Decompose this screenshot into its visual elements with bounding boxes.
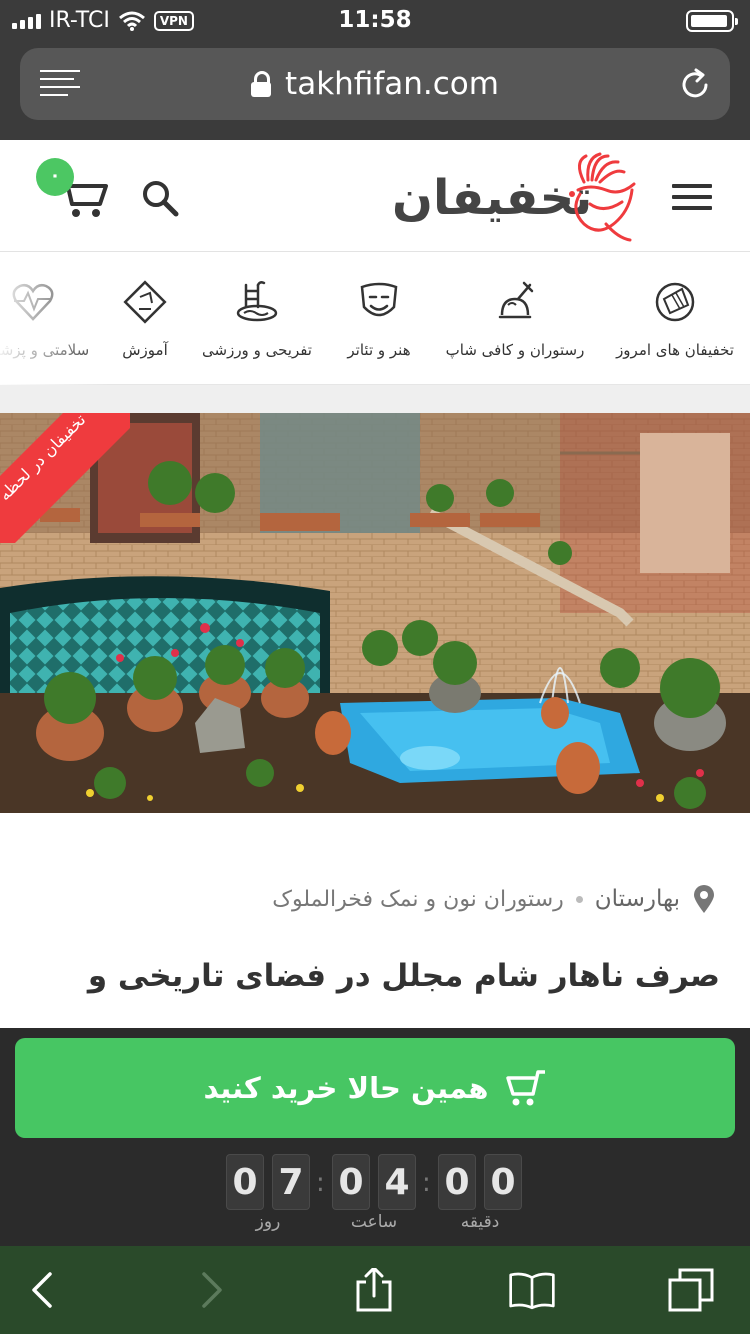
countdown-digit: 0 [484, 1154, 522, 1210]
category-label: تخفیفان های امروز [616, 341, 734, 359]
menu-icon[interactable] [672, 184, 712, 212]
education-icon [123, 280, 167, 324]
separator-dot [575, 895, 583, 903]
countdown-hours-label: ساعت [350, 1212, 398, 1232]
countdown-digit: 0 [332, 1154, 370, 1210]
ribbon-container: تخفیفان در لحظه [0, 413, 130, 543]
swimming-icon [236, 281, 278, 322]
back-icon[interactable] [20, 1268, 68, 1312]
countdown-minutes-label: دقیقه [460, 1212, 500, 1232]
buy-now-label: همین حالا خرید کنید [203, 1071, 489, 1105]
deal-title: صرف ناهار شام مجلل در فضای تاریخی و [87, 958, 720, 994]
heart-pulse-icon [12, 283, 54, 321]
logo-bird-icon [569, 152, 636, 242]
url-display[interactable]: takhfifan.com [20, 66, 730, 102]
category-item-health[interactable]: سلامتی و پزشکی [0, 253, 89, 385]
countdown-timer: 0 7 : 0 4 : 0 0 روز ساعت دقیقه [226, 1154, 526, 1234]
cart-icon [505, 1070, 545, 1106]
countdown-separator: : [422, 1168, 431, 1198]
countdown-digit: 0 [438, 1154, 476, 1210]
venue-name[interactable]: رستوران نون و نمک فخرالملوک [272, 887, 563, 912]
countdown-days-label: روز [255, 1212, 281, 1232]
reload-icon[interactable] [678, 68, 712, 102]
location-city[interactable]: بهارستان [595, 886, 680, 912]
category-item-theater[interactable]: هنر و تئاتر [347, 253, 411, 385]
section-divider [0, 385, 750, 413]
browser-toolbar [0, 1246, 750, 1334]
category-nav: تخفیفان های امروز رستوران و کافی شاپ هنر… [0, 253, 750, 385]
cart-button[interactable]: ۰ [36, 158, 108, 224]
food-plate-icon [498, 281, 534, 319]
tabs-icon[interactable] [668, 1268, 716, 1312]
url-text: takhfifan.com [285, 66, 499, 102]
forward-icon[interactable] [186, 1268, 234, 1312]
countdown-digit: 7 [272, 1154, 310, 1210]
cart-count-badge: ۰ [36, 158, 74, 196]
purchase-bar: همین حالا خرید کنید 0 7 : 0 4 : 0 0 روز … [0, 1028, 750, 1246]
category-item-education[interactable]: آموزش [122, 253, 168, 385]
buy-now-button[interactable]: همین حالا خرید کنید [15, 1038, 735, 1138]
url-field[interactable]: takhfifan.com [20, 48, 730, 120]
category-item-restaurant[interactable]: رستوران و کافی شاپ [446, 253, 584, 385]
theater-mask-icon [360, 282, 398, 317]
search-icon[interactable] [140, 178, 180, 218]
countdown-digit: 4 [378, 1154, 416, 1210]
location-pin-icon [694, 885, 714, 913]
discount-tag-icon [655, 282, 695, 322]
countdown-separator: : [316, 1168, 325, 1198]
category-item-recreation[interactable]: تفریحی و ورزشی [202, 253, 312, 385]
location-row: بهارستان رستوران نون و نمک فخرالملوک [272, 884, 716, 914]
battery-icon [686, 10, 738, 32]
lock-icon [251, 71, 272, 97]
browser-bar: takhfifan.com [0, 40, 750, 140]
instant-deal-ribbon: تخفیفان در لحظه [0, 413, 130, 543]
countdown-digit: 0 [226, 1154, 264, 1210]
category-label: سلامتی و پزشکی [0, 341, 90, 359]
share-icon[interactable] [350, 1268, 398, 1312]
status-time: 11:58 [338, 7, 412, 33]
status-bar: IR-TCI VPN 11:58 [0, 0, 750, 40]
site-header: تخفیفان ۰ [0, 140, 750, 252]
category-item-today-deals[interactable]: تخفیفان های امروز [616, 253, 734, 385]
bookmarks-icon[interactable] [508, 1268, 556, 1312]
hero-image[interactable]: تخفیفان در لحظه [0, 413, 750, 813]
